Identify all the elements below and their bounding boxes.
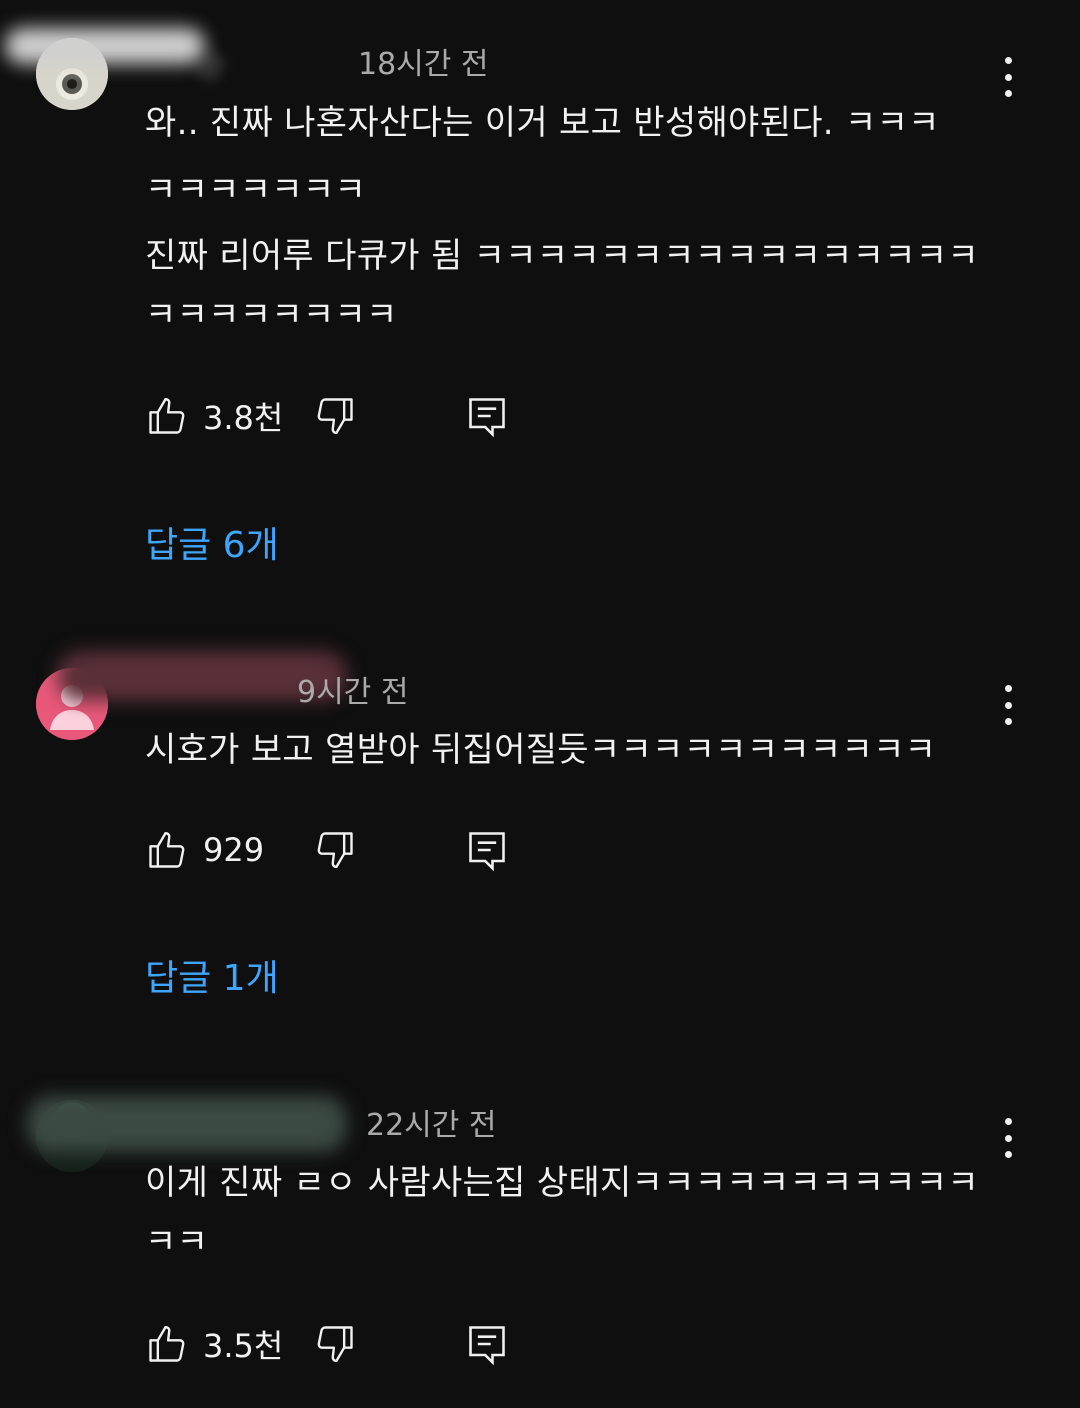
comment-meta: @ 18시간 전	[5, 27, 489, 85]
comment-menu-button[interactable]	[990, 683, 1026, 727]
thumbs-down-icon	[317, 1326, 353, 1363]
more-dot-icon	[1004, 57, 1012, 64]
like-button[interactable]: 3.5천	[145, 1320, 283, 1368]
comment-text-line: 이게 진짜 ㄹㅇ 사람사는집 상태지ㅋㅋㅋㅋㅋㅋㅋㅋㅋㅋㅋ	[145, 1163, 979, 1203]
dislike-button[interactable]	[313, 828, 357, 876]
dislike-button[interactable]	[313, 1322, 357, 1370]
reply-button[interactable]	[465, 828, 509, 876]
comment-text-line: 와.. 진짜 나혼자산다는 이거 보고 반성해야된다. ㅋㅋㅋ	[145, 103, 940, 143]
comment-text-line: ㅋㅋㅋㅋㅋㅋㅋㅋ	[145, 295, 398, 335]
like-count: 3.8천	[203, 399, 284, 437]
comment-actions: 3.8천	[145, 392, 545, 440]
thumbs-up-icon	[149, 1325, 185, 1362]
comment-time: 9시간 전	[297, 675, 409, 710]
like-button[interactable]: 3.8천	[145, 392, 283, 440]
more-dot-icon	[1004, 685, 1012, 692]
like-count: 3.5천	[203, 1327, 284, 1365]
comment-meta: 9시간 전	[57, 651, 408, 713]
comment-menu-button[interactable]	[990, 55, 1026, 99]
reply-button[interactable]	[465, 394, 509, 442]
comment-text-line: 시호가 보고 열받아 뒤집어질듯ㅋㅋㅋㅋㅋㅋㅋㅋㅋㅋㅋ	[145, 730, 937, 770]
comment-text-line: ㅋㅋ	[145, 1222, 209, 1262]
dislike-button[interactable]	[313, 394, 357, 442]
comment-author[interactable]: @	[195, 45, 225, 85]
like-count: 929	[203, 831, 265, 869]
comment-actions: 929	[145, 826, 545, 874]
more-dot-icon	[1004, 1118, 1012, 1125]
comment-meta: 22시간 전	[27, 1096, 497, 1152]
comment-time: 18시간 전	[358, 47, 489, 82]
comment-actions: 3.5천	[145, 1320, 545, 1368]
more-dot-icon	[1004, 1134, 1012, 1142]
thumbs-up-icon	[149, 831, 185, 868]
more-dot-icon	[1004, 701, 1012, 709]
reply-comment-icon	[469, 398, 505, 438]
reply-comment-icon	[469, 1326, 505, 1366]
comment-text-line: ㅋㅋㅋㅋㅋㅋㅋ	[145, 170, 367, 210]
thumbs-down-icon	[317, 832, 353, 869]
view-replies-link[interactable]: 답글 6개	[145, 522, 279, 570]
thumbs-down-icon	[317, 398, 353, 435]
comment-menu-button[interactable]	[990, 1116, 1026, 1160]
more-dot-icon	[1004, 1151, 1012, 1158]
more-dot-icon	[1004, 73, 1012, 81]
thumbs-up-icon	[149, 397, 185, 434]
blurred-username	[27, 1096, 347, 1152]
comment-time: 22시간 전	[366, 1108, 497, 1143]
blurred-username	[5, 27, 205, 64]
comment-text-line: 진짜 리어루 다큐가 됨 ㅋㅋㅋㅋㅋㅋㅋㅋㅋㅋㅋㅋㅋㅋㅋㅋ	[145, 236, 979, 276]
more-dot-icon	[1004, 90, 1012, 97]
like-button[interactable]: 929	[145, 826, 264, 874]
reply-button[interactable]	[465, 1322, 509, 1370]
more-dot-icon	[1004, 718, 1012, 725]
reply-comment-icon	[469, 832, 505, 872]
view-replies-link[interactable]: 답글 1개	[145, 955, 279, 1003]
